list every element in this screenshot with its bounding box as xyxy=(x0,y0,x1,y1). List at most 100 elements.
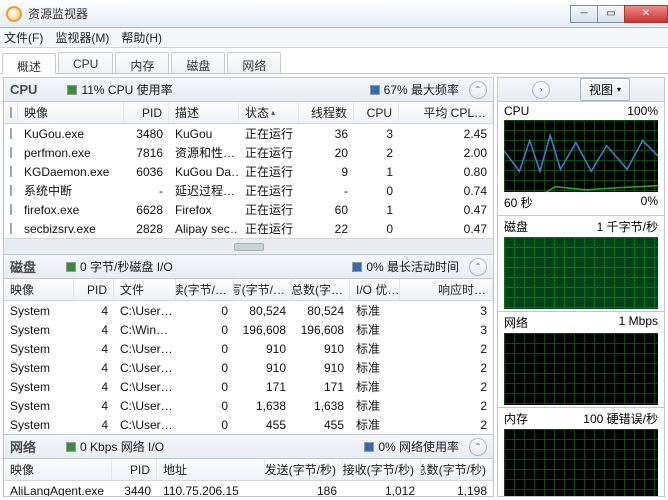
minimize-button[interactable]: ─ xyxy=(570,5,598,23)
table-row[interactable]: System4C:\User…080,52480,524标准3 xyxy=(4,301,493,320)
disk-collapse-button[interactable]: ⌃ xyxy=(469,258,487,276)
checkbox-icon[interactable] xyxy=(10,166,12,177)
cpu-col-desc[interactable]: 描述 xyxy=(169,102,239,123)
disk-panel: 磁盘 0 字节/秒磁盘 I/O 0% 最长活动时间 ⌃ 映像 PID 文件 读(… xyxy=(4,255,493,435)
table-row[interactable]: System4C:\User…0171171标准2 xyxy=(4,377,493,396)
chart-canvas xyxy=(504,333,658,405)
charts-collapse-button[interactable]: › xyxy=(532,81,550,99)
checkbox-icon[interactable] xyxy=(10,147,12,158)
net-use-icon xyxy=(364,442,374,452)
charts-pane: › 视图▾ CPU100%60 秒0%磁盘1 千字节/秒网络1 Mbps内存10… xyxy=(497,77,665,497)
table-row[interactable]: System4C:\User…0455455标准2 xyxy=(4,415,493,434)
close-button[interactable]: ✕ xyxy=(624,5,668,23)
title-bar: 资源监视器 ─ ▭ ✕ xyxy=(0,0,668,28)
net-panel-title: 网络 xyxy=(10,437,36,456)
disk-col-read[interactable]: 读(字节/… xyxy=(176,279,234,300)
disk-col-write[interactable]: 写(字节/… xyxy=(234,279,292,300)
disk-col-pid[interactable]: PID xyxy=(74,279,114,300)
disk-col-io[interactable]: I/O 优… xyxy=(350,279,400,300)
chart-cpu: CPU100%60 秒0% xyxy=(498,102,664,216)
cpu-col-image[interactable]: 映像 xyxy=(18,102,124,123)
chart-canvas xyxy=(504,120,658,192)
net-col-pid[interactable]: PID xyxy=(112,459,157,480)
chart-max: 1 千字节/秒 xyxy=(597,218,658,235)
cpu-col-avg[interactable]: 平均 CPL… xyxy=(399,102,493,123)
cpu-col-pid[interactable]: PID xyxy=(124,102,169,123)
table-row[interactable]: System4C:\Win…0196,608196,608标准3 xyxy=(4,320,493,339)
chart-title: 磁盘 xyxy=(504,218,528,235)
cpu-collapse-button[interactable]: ⌃ xyxy=(469,81,487,99)
disk-grid-header: 映像 PID 文件 读(字节/… 写(字节/… 总数(字… I/O 优… 响应时… xyxy=(4,279,493,301)
cpu-col-threads[interactable]: 线程数 xyxy=(299,102,354,123)
chart-网络: 网络 1 Mbps xyxy=(498,312,664,408)
disk-col-image[interactable]: 映像 xyxy=(4,279,74,300)
chart-title: CPU xyxy=(504,104,529,118)
cpu-freq-label: 67% 最大频率 xyxy=(384,81,459,98)
checkbox-icon[interactable] xyxy=(10,185,12,196)
checkbox-icon[interactable] xyxy=(10,223,12,234)
cpu-panel-title: CPU xyxy=(10,82,37,97)
cpu-usage-label: 11% CPU 使用率 xyxy=(81,81,172,98)
net-col-send[interactable]: 发送(字节/秒) xyxy=(265,459,343,480)
chart-canvas xyxy=(504,429,658,497)
cpu-scroll-h[interactable] xyxy=(4,238,493,254)
cpu-col-status[interactable]: 状态▴ xyxy=(239,102,299,123)
menu-bar: 文件(F) 监视器(M) 帮助(H) xyxy=(0,28,668,48)
net-io-icon xyxy=(66,442,76,452)
net-use-label: 0% 网络使用率 xyxy=(378,438,459,455)
chart-max: 1 Mbps xyxy=(619,314,658,331)
sort-icon: ▴ xyxy=(271,108,275,117)
disk-panel-title: 磁盘 xyxy=(10,257,36,276)
cpu-freq-icon xyxy=(370,85,380,95)
cpu-col-cpu[interactable]: CPU xyxy=(354,102,399,123)
window-title: 资源监视器 xyxy=(28,5,571,22)
table-row[interactable]: KuGou.exe3480KuGou正在运行3632.45 xyxy=(4,124,493,143)
chart-max: 100% xyxy=(627,104,658,118)
table-row[interactable]: System4C:\User…0910910标准2 xyxy=(4,358,493,377)
net-panel: 网络 0 Kbps 网络 I/O 0% 网络使用率 ⌃ 映像 PID 地址 发送… xyxy=(4,435,493,496)
table-row[interactable]: AliLangAgent.exe3440110.75.206.151861,01… xyxy=(4,481,493,496)
table-row[interactable]: 系统中断-延迟过程…正在运行-00.74 xyxy=(4,181,493,200)
disk-io-label: 0 字节/秒磁盘 I/O xyxy=(80,258,173,275)
disk-act-label: 0% 最长活动时间 xyxy=(366,258,459,275)
menu-monitor[interactable]: 监视器(M) xyxy=(55,29,109,46)
menu-help[interactable]: 帮助(H) xyxy=(121,29,162,46)
table-row[interactable]: secbizsrv.exe2828Alipay sec…正在运行2200.47 xyxy=(4,219,493,238)
disk-io-icon xyxy=(66,262,76,272)
chart-max: 100 硬错误/秒 xyxy=(583,410,658,427)
table-row[interactable]: firefox.exe6628Firefox正在运行6010.47 xyxy=(4,200,493,219)
table-row[interactable]: KGDaemon.exe6036KuGou Da…正在运行910.80 xyxy=(4,162,493,181)
tab-cpu[interactable]: CPU xyxy=(58,52,113,73)
cpu-panel: CPU 11% CPU 使用率 67% 最大频率 ⌃ 映像 PID 描述 状态▴… xyxy=(4,78,493,255)
cpu-usage-icon xyxy=(67,85,77,95)
view-dropdown[interactable]: 视图▾ xyxy=(580,78,630,101)
net-col-addr[interactable]: 地址 xyxy=(157,459,265,480)
net-collapse-button[interactable]: ⌃ xyxy=(469,438,487,456)
tab-strip: 概述 CPU 内存 磁盘 网络 xyxy=(0,48,668,74)
disk-col-file[interactable]: 文件 xyxy=(114,279,176,300)
table-row[interactable]: perfmon.exe7816资源和性…正在运行2022.00 xyxy=(4,143,493,162)
net-col-recv[interactable]: 接收(字节/秒) xyxy=(343,459,421,480)
chart-title: 内存 xyxy=(504,410,528,427)
app-icon xyxy=(6,6,22,22)
tab-network[interactable]: 网络 xyxy=(227,52,281,73)
net-col-image[interactable]: 映像 xyxy=(4,459,112,480)
checkbox-icon[interactable] xyxy=(10,128,12,139)
tab-disk[interactable]: 磁盘 xyxy=(171,52,225,73)
tab-overview[interactable]: 概述 xyxy=(2,53,56,74)
checkbox-icon[interactable] xyxy=(10,204,12,215)
chart-title: 网络 xyxy=(504,314,528,331)
menu-file[interactable]: 文件(F) xyxy=(4,29,43,46)
disk-col-resp[interactable]: 响应时… xyxy=(400,279,493,300)
disk-col-total[interactable]: 总数(字… xyxy=(292,279,350,300)
cpu-grid-header: 映像 PID 描述 状态▴ 线程数 CPU 平均 CPL… xyxy=(4,102,493,124)
disk-act-icon xyxy=(352,262,362,272)
net-grid-header: 映像 PID 地址 发送(字节/秒) 接收(字节/秒) 总数(字节/秒) xyxy=(4,459,493,481)
maximize-button[interactable]: ▭ xyxy=(597,5,625,23)
checkbox-icon[interactable] xyxy=(10,107,12,118)
table-row[interactable]: System4C:\User…01,6381,638标准2 xyxy=(4,396,493,415)
tab-memory[interactable]: 内存 xyxy=(115,52,169,73)
table-row[interactable]: System4C:\User…0910910标准2 xyxy=(4,339,493,358)
net-col-total[interactable]: 总数(字节/秒) xyxy=(421,459,493,480)
main-pane: CPU 11% CPU 使用率 67% 最大频率 ⌃ 映像 PID 描述 状态▴… xyxy=(3,77,494,497)
